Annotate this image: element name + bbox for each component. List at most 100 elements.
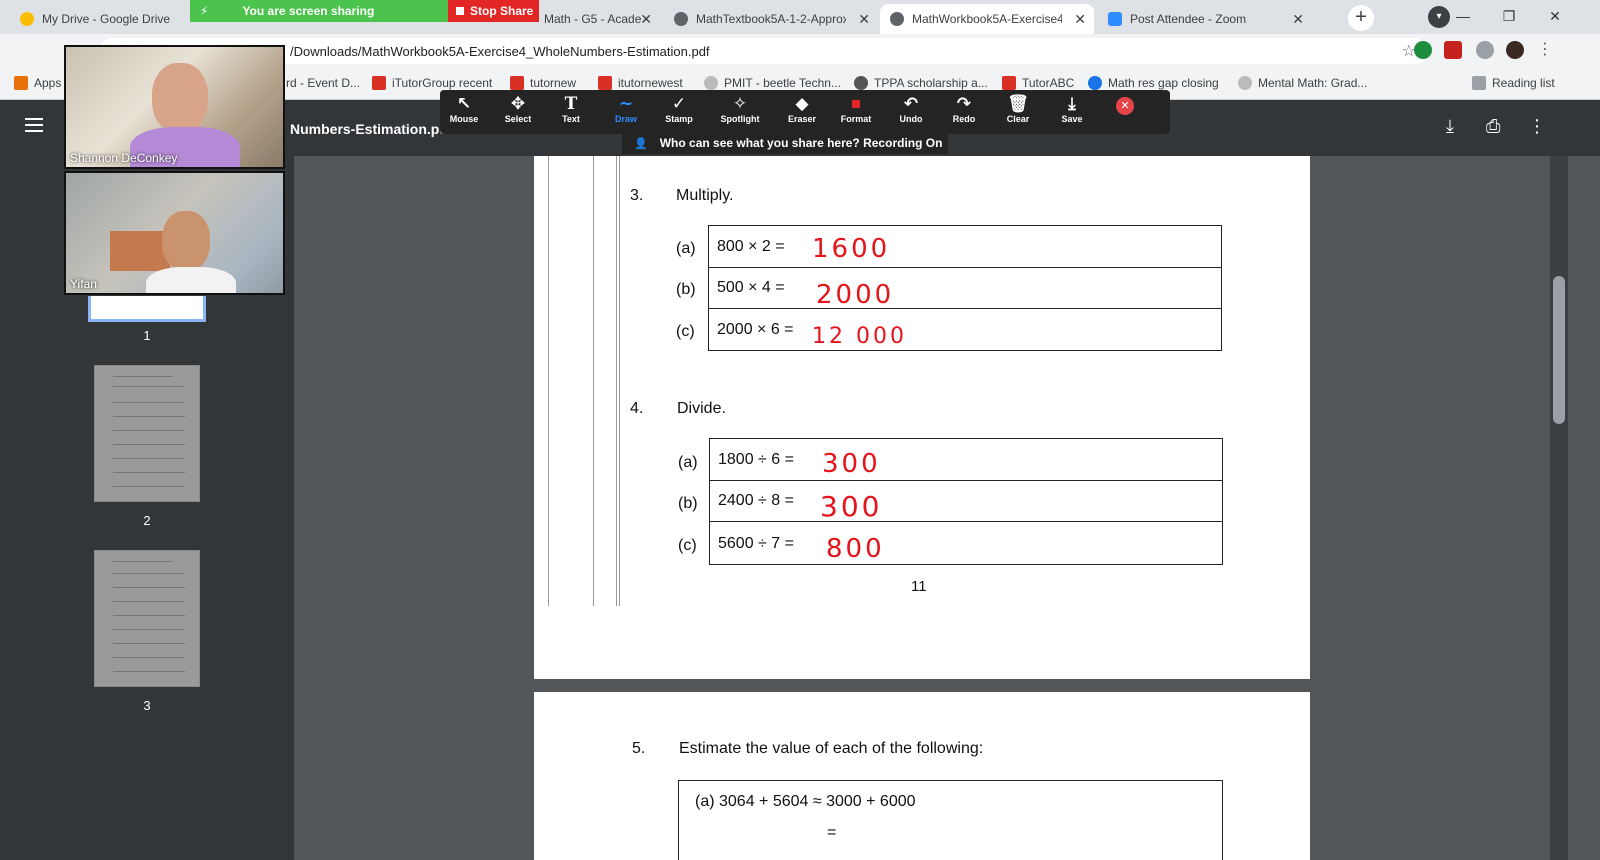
tool-redo[interactable]: ↷ Redo — [937, 94, 991, 124]
table-row: 1800 ÷ 6 = — [710, 439, 1222, 481]
globe-icon — [1088, 76, 1102, 90]
browser-menu-icon[interactable]: ⋮ — [1536, 41, 1554, 59]
page-number: 11 — [911, 578, 927, 595]
bookmark-pmit[interactable]: PMIT - beetle Techn... — [704, 76, 841, 90]
tppa-icon — [854, 76, 868, 90]
spotlight-wand-icon: ✧ — [732, 94, 748, 113]
itutor-icon — [1002, 76, 1016, 90]
tab-math-textbook[interactable]: MathTextbook5A-1-2-Approx ✕ — [664, 4, 878, 34]
tab-post-attendee-zoom[interactable]: Post Attendee - Zoom ✕ — [1098, 4, 1312, 34]
handwritten-answer: 12 000 — [812, 324, 907, 349]
reading-list-icon — [1472, 76, 1486, 90]
tab-math-workbook[interactable]: MathWorkbook5A-Exercise4_ ✕ — [880, 4, 1094, 34]
reading-list[interactable]: Reading list — [1472, 76, 1555, 90]
globe-icon — [704, 76, 718, 90]
ublock-icon[interactable] — [1444, 41, 1462, 59]
map-poster — [110, 231, 170, 271]
table-row: 2400 ÷ 8 = — [710, 481, 1222, 522]
restore-icon[interactable]: ❐ — [1486, 0, 1532, 34]
close-icon[interactable]: ✕ — [1292, 11, 1304, 28]
scrollbar-thumb[interactable] — [1553, 276, 1565, 424]
close-icon[interactable]: ✕ — [858, 11, 870, 28]
tool-stamp[interactable]: ✓ Stamp — [652, 94, 706, 124]
pdf-title: Numbers-Estimation.pd — [290, 121, 448, 137]
bookmark-event[interactable]: rd - Event D... — [286, 76, 360, 90]
more-options-icon[interactable]: ⋮ — [1528, 116, 1546, 137]
format-color-icon: ■ — [850, 94, 862, 113]
thumbnail-page-number: 1 — [143, 328, 151, 343]
tool-eraser[interactable]: ◆ Eraser — [775, 94, 829, 124]
bookmark-itutornewest[interactable]: itutornewest — [598, 76, 683, 90]
tool-save[interactable]: ⤓ Save — [1045, 94, 1099, 124]
puzzle-icon[interactable] — [1476, 41, 1494, 59]
video-tile-yifan[interactable]: Yifan — [64, 171, 285, 295]
recording-notice[interactable]: 👤 Who can see what you share here? Recor… — [622, 132, 948, 154]
checkmark-icon: ✓ — [671, 94, 687, 113]
tab-google-drive[interactable]: My Drive - Google Drive — [10, 4, 190, 34]
select-move-icon: ✥ — [510, 94, 526, 113]
itutor-icon — [510, 76, 524, 90]
bookmark-tutorabc[interactable]: TutorABC — [1002, 76, 1074, 90]
new-tab-button[interactable]: + — [1348, 5, 1374, 31]
table-row: 5600 ÷ 7 = — [718, 534, 794, 552]
stop-share-button[interactable]: Stop Share — [448, 0, 539, 22]
tool-spotlight[interactable]: ✧ Spotlight — [713, 94, 767, 124]
minimize-icon[interactable]: — — [1440, 0, 1486, 34]
download-icon[interactable]: ⤓ — [1446, 116, 1454, 137]
tool-draw[interactable]: ∼ Draw — [599, 94, 653, 124]
divide-answer-table: 1800 ÷ 6 = 2400 ÷ 8 = 5600 ÷ 7 = — [709, 438, 1223, 565]
window-close-icon[interactable]: ✕ — [1532, 0, 1578, 34]
tool-format[interactable]: ■ Format — [829, 94, 883, 124]
mouse-pointer-icon: ↖ — [456, 94, 472, 113]
stop-icon — [456, 7, 464, 15]
hamburger-menu-icon[interactable] — [25, 118, 43, 132]
text-icon: T — [564, 94, 578, 114]
profile-avatar[interactable] — [1506, 41, 1524, 59]
bookmark-math-res[interactable]: Math res gap closing — [1088, 76, 1219, 90]
question-5-number: 5. — [632, 740, 646, 757]
tool-clear[interactable]: 🗑 Clear — [991, 94, 1045, 124]
globe-icon — [1238, 76, 1252, 90]
thumbnail-page-1[interactable] — [88, 296, 206, 322]
close-icon[interactable]: ✕ — [640, 11, 652, 28]
tool-text[interactable]: T Text — [544, 94, 598, 124]
person-icon: 👤 — [634, 137, 648, 150]
draw-squiggle-icon: ∼ — [618, 94, 634, 113]
table-row: 800 × 2 = — [709, 226, 1221, 268]
table-row: 2000 × 6 = — [717, 321, 794, 338]
bookmark-itutorgroup[interactable]: iTutorGroup recent — [372, 76, 492, 90]
bookmark-tppa[interactable]: TPPA scholarship a... — [854, 76, 988, 90]
pdf-scrollbar[interactable] — [1550, 156, 1568, 860]
trash-icon: 🗑 — [1007, 94, 1029, 113]
close-annotation-icon[interactable]: ✕ — [1116, 97, 1134, 115]
tool-select[interactable]: ✥ Select — [491, 94, 545, 124]
itutor-icon — [598, 76, 612, 90]
question-4-number: 4. — [630, 400, 644, 417]
table-row: 500 × 4 = — [709, 268, 1221, 309]
question-5-title: Estimate the value of each of the follow… — [679, 740, 984, 757]
handwritten-answer: 800 — [826, 534, 885, 564]
close-icon[interactable]: ✕ — [1074, 11, 1086, 28]
url-bar[interactable]: /Downloads/MathWorkbook5A-Exercise4_Whol… — [100, 38, 1428, 64]
globe-icon — [674, 12, 688, 26]
google-drive-icon — [20, 12, 34, 26]
tool-mouse[interactable]: ↖ Mouse — [437, 94, 491, 124]
thumbnail-page-number: 2 — [143, 513, 151, 528]
bookmark-mental-math[interactable]: Mental Math: Grad... — [1238, 76, 1367, 90]
bookmark-tutornew[interactable]: tutornew — [510, 76, 576, 90]
pdf-page-1: 3. Multiply. (a) (b) (c) 800 × 2 = 500 ×… — [534, 156, 1310, 679]
print-icon[interactable]: ⎙ — [1486, 116, 1500, 137]
video-tile-shannon[interactable]: Shannon DeConkey — [64, 45, 285, 169]
thumbnail-page-3[interactable] — [94, 550, 200, 687]
bookmark-apps[interactable]: Apps — [14, 76, 61, 90]
pdf-page-2: 5. Estimate the value of each of the fol… — [534, 692, 1310, 860]
apps-grid-icon — [14, 76, 28, 90]
thumbnail-page-2[interactable] — [94, 365, 200, 502]
handwritten-answer: 300 — [822, 449, 881, 479]
extension-icon[interactable] — [1414, 41, 1432, 59]
question-4-title: Divide. — [677, 400, 726, 417]
thumbnail-page-number: 3 — [143, 698, 151, 713]
participant-video — [162, 211, 210, 271]
tool-undo[interactable]: ↶ Undo — [884, 94, 938, 124]
question-3-number: 3. — [630, 187, 644, 204]
